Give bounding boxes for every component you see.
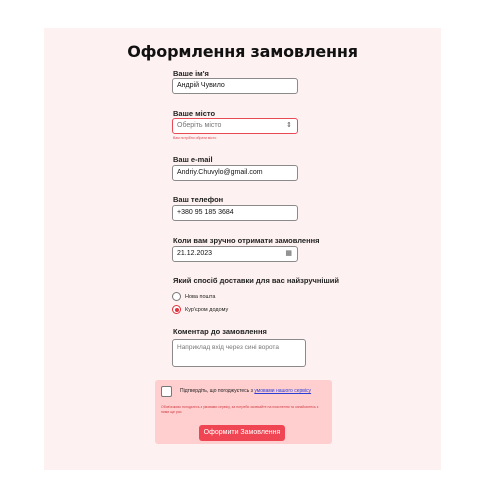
order-form-panel: Оформлення замовлення Ваше ім'я Андрій Ч…: [44, 28, 441, 470]
city-placeholder: Оберіть місто: [177, 122, 222, 129]
city-error: Вам потрібно обрати місто: [173, 136, 217, 140]
phone-label: Ваш телефон: [173, 195, 224, 204]
name-label: Ваше ім'я: [173, 69, 209, 78]
city-select[interactable]: Оберіть місто ⇕: [172, 118, 298, 134]
radio-button[interactable]: [172, 292, 181, 301]
email-label: Ваш e-mail: [173, 155, 213, 164]
option-label: Нова пошта: [185, 293, 216, 300]
terms-link[interactable]: умовами нашого сервісу: [254, 388, 311, 394]
email-field[interactable]: Andriy.Chuvylo@gmail.com: [172, 165, 298, 181]
agree-text: Підтвердіть, що погоджуєтесь з умовами н…: [180, 388, 312, 394]
date-field[interactable]: 21.12.2023 ▦: [172, 246, 298, 262]
submit-button[interactable]: Оформити Замовлення: [199, 425, 285, 441]
radio-button-selected[interactable]: [172, 305, 181, 314]
page-title: Оформлення замовлення: [127, 42, 358, 61]
confirm-box: Підтвердіть, що погоджуєтесь з умовами н…: [155, 380, 332, 444]
agree-note: Обов'язково погодьтесь з умовами сервісу…: [161, 405, 319, 414]
delivery-option-nova-poshta[interactable]: Нова пошта: [172, 292, 215, 301]
phone-field[interactable]: +380 95 185 3684: [172, 205, 298, 221]
date-value: 21.12.2023: [177, 250, 213, 257]
option-label: Кур'єром додому: [185, 306, 229, 313]
comment-label: Коментар до замовлення: [173, 327, 267, 336]
agree-checkbox[interactable]: [161, 386, 172, 397]
comment-textarea[interactable]: Наприклад вхід через сині ворота: [172, 339, 306, 367]
chevron-updown-icon: ⇕: [286, 122, 292, 129]
city-label: Ваше місто: [173, 109, 216, 118]
delivery-label: Який спосіб доставки для вас найзручніши…: [173, 276, 339, 285]
delivery-option-courier[interactable]: Кур'єром додому: [172, 305, 228, 314]
name-field[interactable]: Андрій Чувило: [172, 78, 298, 94]
date-label: Коли вам зручно отримати замовлення: [173, 236, 320, 245]
calendar-icon[interactable]: ▦: [285, 247, 292, 261]
